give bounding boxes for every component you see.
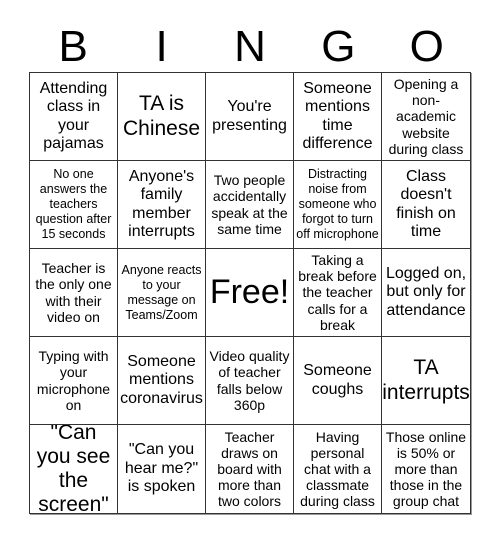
bingo-cell-text: No one answers the teachers question aft… xyxy=(35,167,112,241)
bingo-cell-n5[interactable]: Teacher draws on board with more than tw… xyxy=(206,425,294,513)
bingo-cell-i5[interactable]: "Can you hear me?" is spoken xyxy=(118,425,206,513)
bingo-cell-text: Video quality of teacher falls below 360… xyxy=(209,348,290,413)
bingo-cell-o2[interactable]: Class doesn't finish on time xyxy=(382,161,470,249)
bingo-cell-b5[interactable]: "Can you see the screen" xyxy=(30,425,118,513)
bingo-cell-text: "Can you see the screen" xyxy=(36,425,111,513)
bingo-cell-b1[interactable]: Attending class in your pajamas xyxy=(30,73,118,161)
bingo-cell-n4[interactable]: Video quality of teacher falls below 360… xyxy=(206,337,294,425)
bingo-cell-g4[interactable]: Someone coughs xyxy=(294,337,382,425)
bingo-cell-text: "Can you hear me?" is spoken xyxy=(124,441,199,496)
bingo-cell-text: Logged on, but only for attendance xyxy=(385,264,467,319)
bingo-cell-i1[interactable]: TA is Chinese xyxy=(118,73,206,161)
bingo-cell-free[interactable]: Free! xyxy=(206,249,294,337)
bingo-cell-text: Free! xyxy=(209,272,290,311)
bingo-cell-i4[interactable]: Someone mentions coronavirus xyxy=(118,337,206,425)
bingo-cell-g5[interactable]: Having personal chat with a classmate du… xyxy=(294,425,382,513)
header-letter-o: O xyxy=(409,22,444,71)
bingo-cell-b2[interactable]: No one answers the teachers question aft… xyxy=(30,161,118,249)
bingo-cell-text: Taking a break before the teacher calls … xyxy=(298,252,377,333)
bingo-cell-n1[interactable]: You're presenting xyxy=(206,73,294,161)
bingo-cell-text: Anyone reacts to your message on Teams/Z… xyxy=(121,262,202,322)
bingo-cell-text: Anyone's family member interrupts xyxy=(128,167,195,240)
bingo-cell-text: You're presenting xyxy=(212,98,287,134)
bingo-cell-i2[interactable]: Anyone's family member interrupts xyxy=(118,161,206,249)
bingo-cell-text: Someone mentions coronavirus xyxy=(120,352,203,407)
bingo-cell-text: TA interrupts xyxy=(382,356,470,404)
bingo-header: B I N G O xyxy=(29,22,471,72)
bingo-cell-o5[interactable]: Those online is 50% or more than those i… xyxy=(382,425,470,513)
bingo-cell-i3[interactable]: Anyone reacts to your message on Teams/Z… xyxy=(118,249,206,337)
bingo-cell-text: Someone coughs xyxy=(303,362,372,398)
bingo-cell-g2[interactable]: Distracting noise from someone who forgo… xyxy=(294,161,382,249)
header-letter-n: N xyxy=(234,22,266,71)
bingo-cell-text: Typing with your microphone on xyxy=(36,348,111,413)
header-letter-i: I xyxy=(155,22,168,71)
bingo-cell-b3[interactable]: Teacher is the only one with their video… xyxy=(30,249,118,337)
bingo-cell-o1[interactable]: Opening a non-academic website during cl… xyxy=(382,73,470,161)
bingo-cell-text: TA is Chinese xyxy=(122,92,201,140)
bingo-cell-text: Opening a non-academic website during cl… xyxy=(388,76,464,157)
bingo-cell-text: Two people accidentally speak at the sam… xyxy=(211,172,288,237)
bingo-cell-text: Someone mentions time difference xyxy=(302,79,373,152)
bingo-cell-text: Class doesn't finish on time xyxy=(396,167,456,240)
bingo-cell-o3[interactable]: Logged on, but only for attendance xyxy=(382,249,470,337)
bingo-cell-text: Having personal chat with a classmate du… xyxy=(300,428,375,510)
bingo-cell-text: Attending class in your pajamas xyxy=(39,79,108,152)
bingo-cell-b4[interactable]: Typing with your microphone on xyxy=(30,337,118,425)
bingo-cell-g1[interactable]: Someone mentions time difference xyxy=(294,73,382,161)
bingo-cell-text: Those online is 50% or more than those i… xyxy=(385,428,467,510)
bingo-cell-text: Distracting noise from someone who forgo… xyxy=(296,167,379,241)
bingo-cell-n2[interactable]: Two people accidentally speak at the sam… xyxy=(206,161,294,249)
bingo-cell-text: Teacher draws on board with more than tw… xyxy=(217,428,282,510)
bingo-cell-o4[interactable]: TA interrupts xyxy=(382,337,470,425)
bingo-grid: Attending class in your pajamas TA is Chi… xyxy=(29,72,471,514)
header-letter-g: G xyxy=(321,22,356,71)
bingo-cell-text: Teacher is the only one with their video… xyxy=(35,260,112,325)
header-letter-b: B xyxy=(58,22,88,71)
bingo-cell-g3[interactable]: Taking a break before the teacher calls … xyxy=(294,249,382,337)
